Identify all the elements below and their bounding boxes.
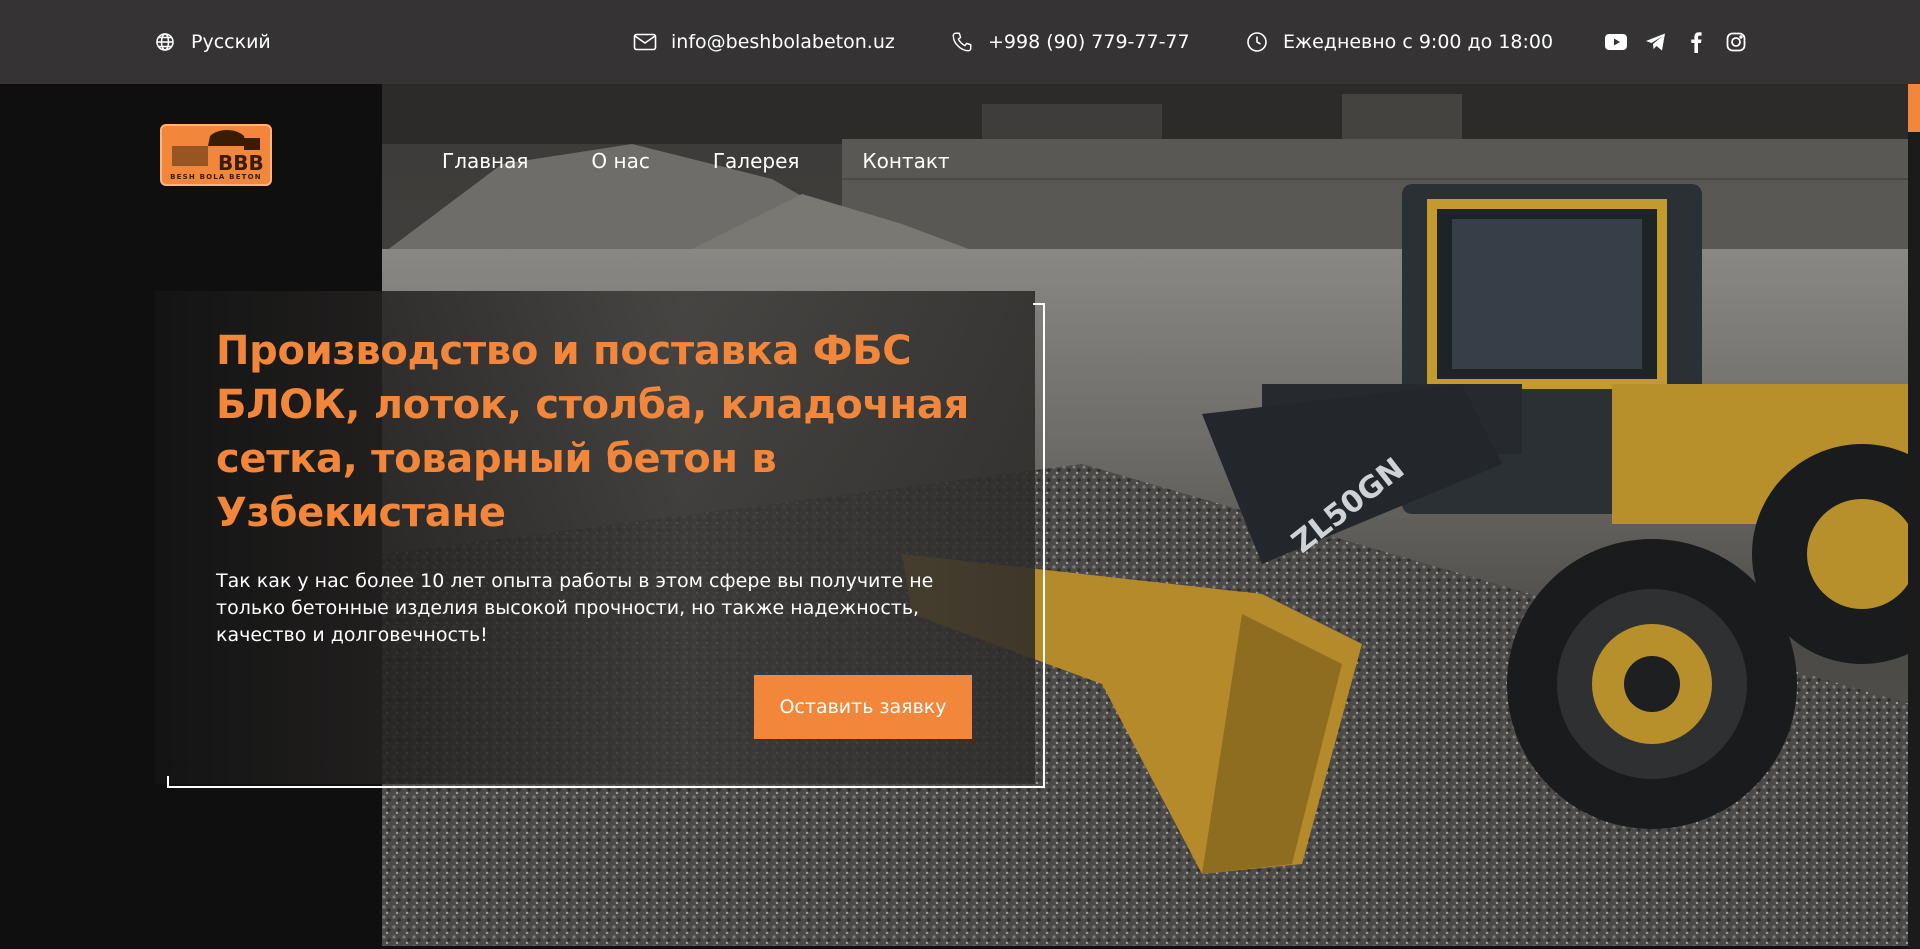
mail-icon	[633, 30, 657, 54]
hero-section: ZL50GN BBB BESH BOLA BETON Главная О нас…	[0, 84, 1920, 949]
working-hours: Ежедневно с 9:00 до 18:00	[1245, 0, 1553, 84]
scrollbar-thumb[interactable]	[1908, 84, 1920, 132]
nav-item-about[interactable]: О нас	[591, 149, 649, 173]
scrollbar-track[interactable]	[1908, 84, 1920, 949]
youtube-icon[interactable]	[1605, 31, 1627, 53]
logo[interactable]: BBB BESH BOLA BETON	[160, 124, 272, 186]
hero-description: Так как у нас более 10 лет опыта работы …	[216, 570, 934, 646]
facebook-icon[interactable]	[1685, 31, 1707, 53]
top-bar: Русский info@beshbolabeton.uz +998 (90) …	[0, 0, 1920, 84]
phone-icon	[950, 30, 974, 54]
social-links	[1605, 0, 1747, 84]
email-text: info@beshbolabeton.uz	[671, 31, 895, 53]
logo-mark-icon: BBB	[172, 130, 264, 175]
nav-item-contact[interactable]: Контакт	[862, 149, 949, 173]
language-selector[interactable]: Русский	[153, 0, 271, 84]
main-nav: Главная О нас Галерея Контакт	[442, 144, 950, 178]
telegram-icon[interactable]	[1645, 31, 1667, 53]
nav-item-home[interactable]: Главная	[442, 149, 528, 173]
clock-icon	[1245, 30, 1269, 54]
logo-text: BESH BOLA BETON	[170, 173, 262, 181]
submit-request-button[interactable]: Оставить заявку	[754, 675, 972, 739]
logo-mark-text: BBB	[218, 151, 264, 175]
nav-item-gallery[interactable]: Галерея	[713, 149, 800, 173]
phone-link[interactable]: +998 (90) 779-77-77	[950, 0, 1190, 84]
phone-text: +998 (90) 779-77-77	[988, 31, 1190, 53]
globe-icon	[153, 30, 177, 54]
hours-text: Ежедневно с 9:00 до 18:00	[1283, 31, 1554, 53]
email-link[interactable]: info@beshbolabeton.uz	[633, 0, 895, 84]
instagram-icon[interactable]	[1725, 31, 1747, 53]
language-label: Русский	[191, 31, 271, 53]
hero-title: Производство и поставка ФБС БЛОК, лоток,…	[216, 328, 969, 536]
